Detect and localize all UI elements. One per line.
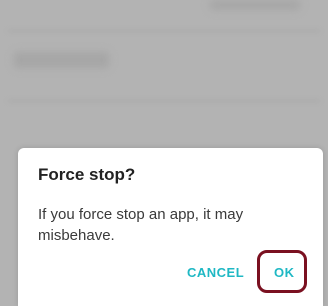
screen: Force stop? If you force stop an app, it… bbox=[0, 0, 328, 306]
dialog-message: If you force stop an app, it may misbeha… bbox=[38, 206, 244, 244]
ok-button[interactable]: OK bbox=[274, 265, 295, 280]
dialog-title: Force stop? bbox=[38, 165, 136, 184]
background-text-block bbox=[14, 52, 109, 68]
background-header-block bbox=[210, 0, 300, 10]
background-divider bbox=[8, 30, 320, 32]
cancel-button[interactable]: CANCEL bbox=[187, 265, 244, 280]
force-stop-dialog: Force stop? If you force stop an app, it… bbox=[18, 148, 323, 306]
background-divider bbox=[8, 100, 320, 102]
